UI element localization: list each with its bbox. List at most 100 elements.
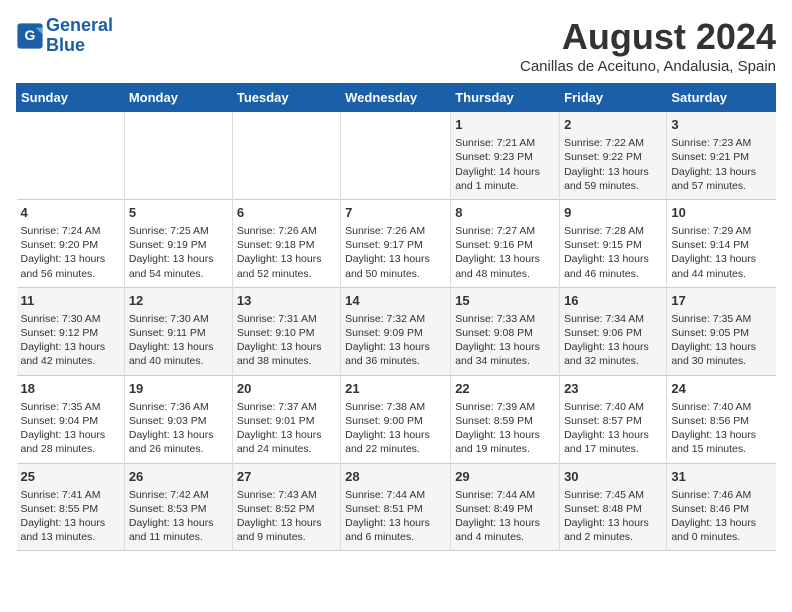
day-number: 5 xyxy=(129,204,228,222)
day-info: Sunrise: 7:37 AM xyxy=(237,400,336,414)
day-info: Sunset: 9:11 PM xyxy=(129,326,228,340)
day-info: Sunset: 9:14 PM xyxy=(671,238,771,252)
calendar-cell: 10Sunrise: 7:29 AMSunset: 9:14 PMDayligh… xyxy=(667,199,776,287)
day-info: Sunrise: 7:26 AM xyxy=(237,224,336,238)
day-info: Sunrise: 7:21 AM xyxy=(455,136,555,150)
day-info: Daylight: 13 hours and 19 minutes. xyxy=(455,428,555,456)
svg-text:G: G xyxy=(25,27,36,43)
day-info: Sunrise: 7:40 AM xyxy=(671,400,771,414)
calendar-cell xyxy=(124,112,232,200)
calendar-week-row: 4Sunrise: 7:24 AMSunset: 9:20 PMDaylight… xyxy=(17,199,776,287)
calendar-cell: 19Sunrise: 7:36 AMSunset: 9:03 PMDayligh… xyxy=(124,375,232,463)
day-number: 4 xyxy=(21,204,120,222)
day-number: 28 xyxy=(345,468,446,486)
calendar-week-row: 25Sunrise: 7:41 AMSunset: 8:55 PMDayligh… xyxy=(17,463,776,551)
day-number: 6 xyxy=(237,204,336,222)
day-info: Daylight: 13 hours and 40 minutes. xyxy=(129,340,228,368)
day-info: Sunset: 9:01 PM xyxy=(237,414,336,428)
day-info: Sunrise: 7:33 AM xyxy=(455,312,555,326)
day-info: Sunset: 9:03 PM xyxy=(129,414,228,428)
column-header-thursday: Thursday xyxy=(451,84,560,112)
day-number: 10 xyxy=(671,204,771,222)
day-info: Daylight: 13 hours and 50 minutes. xyxy=(345,252,446,280)
calendar-cell: 7Sunrise: 7:26 AMSunset: 9:17 PMDaylight… xyxy=(341,199,451,287)
day-info: Sunset: 8:57 PM xyxy=(564,414,662,428)
day-info: Daylight: 14 hours and 1 minute. xyxy=(455,165,555,193)
calendar-cell: 25Sunrise: 7:41 AMSunset: 8:55 PMDayligh… xyxy=(17,463,125,551)
day-number: 12 xyxy=(129,292,228,310)
column-header-saturday: Saturday xyxy=(667,84,776,112)
day-info: Sunrise: 7:41 AM xyxy=(21,488,120,502)
day-info: Daylight: 13 hours and 30 minutes. xyxy=(671,340,771,368)
day-info: Sunset: 9:15 PM xyxy=(564,238,662,252)
day-info: Sunset: 9:08 PM xyxy=(455,326,555,340)
day-number: 1 xyxy=(455,116,555,134)
page-header: G General Blue August 2024 Canillas de A… xyxy=(16,16,776,75)
day-info: Sunrise: 7:44 AM xyxy=(345,488,446,502)
day-info: Sunset: 8:51 PM xyxy=(345,502,446,516)
day-info: Daylight: 13 hours and 9 minutes. xyxy=(237,516,336,544)
day-number: 26 xyxy=(129,468,228,486)
day-info: Sunset: 8:48 PM xyxy=(564,502,662,516)
calendar-cell: 27Sunrise: 7:43 AMSunset: 8:52 PMDayligh… xyxy=(232,463,340,551)
day-info: Daylight: 13 hours and 26 minutes. xyxy=(129,428,228,456)
day-info: Sunset: 9:21 PM xyxy=(671,150,771,164)
day-number: 30 xyxy=(564,468,662,486)
calendar-cell: 30Sunrise: 7:45 AMSunset: 8:48 PMDayligh… xyxy=(560,463,667,551)
calendar-cell: 14Sunrise: 7:32 AMSunset: 9:09 PMDayligh… xyxy=(341,287,451,375)
day-info: Sunrise: 7:46 AM xyxy=(671,488,771,502)
day-info: Sunrise: 7:30 AM xyxy=(21,312,120,326)
calendar-cell: 5Sunrise: 7:25 AMSunset: 9:19 PMDaylight… xyxy=(124,199,232,287)
day-info: Sunset: 8:59 PM xyxy=(455,414,555,428)
calendar-cell: 4Sunrise: 7:24 AMSunset: 9:20 PMDaylight… xyxy=(17,199,125,287)
calendar-cell: 11Sunrise: 7:30 AMSunset: 9:12 PMDayligh… xyxy=(17,287,125,375)
day-number: 13 xyxy=(237,292,336,310)
day-info: Sunrise: 7:44 AM xyxy=(455,488,555,502)
column-header-friday: Friday xyxy=(560,84,667,112)
calendar-cell: 24Sunrise: 7:40 AMSunset: 8:56 PMDayligh… xyxy=(667,375,776,463)
day-info: Daylight: 13 hours and 34 minutes. xyxy=(455,340,555,368)
calendar-cell: 20Sunrise: 7:37 AMSunset: 9:01 PMDayligh… xyxy=(232,375,340,463)
day-info: Daylight: 13 hours and 56 minutes. xyxy=(21,252,120,280)
day-info: Daylight: 13 hours and 17 minutes. xyxy=(564,428,662,456)
day-number: 14 xyxy=(345,292,446,310)
day-number: 29 xyxy=(455,468,555,486)
calendar-cell xyxy=(341,112,451,200)
column-header-tuesday: Tuesday xyxy=(232,84,340,112)
calendar-week-row: 1 Sunrise: 7:21 AMSunset: 9:23 PMDaylight… xyxy=(17,112,776,200)
day-info: Daylight: 13 hours and 4 minutes. xyxy=(455,516,555,544)
day-info: Sunset: 9:22 PM xyxy=(564,150,662,164)
calendar-cell: 9Sunrise: 7:28 AMSunset: 9:15 PMDaylight… xyxy=(560,199,667,287)
day-number: 3 xyxy=(671,116,771,134)
calendar-week-row: 18Sunrise: 7:35 AMSunset: 9:04 PMDayligh… xyxy=(17,375,776,463)
calendar-cell: 1 Sunrise: 7:21 AMSunset: 9:23 PMDaylight… xyxy=(451,112,560,200)
day-info: Daylight: 13 hours and 52 minutes. xyxy=(237,252,336,280)
day-number: 15 xyxy=(455,292,555,310)
calendar-cell: 12 Sunrise: 7:30 AMSunset: 9:11 PMDayligh… xyxy=(124,287,232,375)
calendar-week-row: 11Sunrise: 7:30 AMSunset: 9:12 PMDayligh… xyxy=(17,287,776,375)
day-info: Sunrise: 7:26 AM xyxy=(345,224,446,238)
day-number: 2 xyxy=(564,116,662,134)
day-info: Sunset: 9:00 PM xyxy=(345,414,446,428)
day-number: 23 xyxy=(564,380,662,398)
day-info: Daylight: 13 hours and 2 minutes. xyxy=(564,516,662,544)
day-info: Sunrise: 7:36 AM xyxy=(129,400,228,414)
calendar-cell: 15 Sunrise: 7:33 AMSunset: 9:08 PMDayligh… xyxy=(451,287,560,375)
day-number: 11 xyxy=(21,292,120,310)
calendar-cell: 8Sunrise: 7:27 AMSunset: 9:16 PMDaylight… xyxy=(451,199,560,287)
day-info: Sunrise: 7:40 AM xyxy=(564,400,662,414)
day-number: 7 xyxy=(345,204,446,222)
day-number: 21 xyxy=(345,380,446,398)
day-number: 17 xyxy=(671,292,771,310)
day-info: Sunset: 9:18 PM xyxy=(237,238,336,252)
day-info: Daylight: 13 hours and 13 minutes. xyxy=(21,516,120,544)
day-info: Sunrise: 7:30 AM xyxy=(129,312,228,326)
day-info: Sunset: 9:23 PM xyxy=(455,150,555,164)
day-info: Daylight: 13 hours and 11 minutes. xyxy=(129,516,228,544)
day-info: Sunrise: 7:31 AM xyxy=(237,312,336,326)
day-number: 20 xyxy=(237,380,336,398)
day-info: Sunrise: 7:34 AM xyxy=(564,312,662,326)
calendar-cell: 28Sunrise: 7:44 AMSunset: 8:51 PMDayligh… xyxy=(341,463,451,551)
calendar-cell: 17Sunrise: 7:35 AMSunset: 9:05 PMDayligh… xyxy=(667,287,776,375)
title-block: August 2024 Canillas de Aceituno, Andalu… xyxy=(520,16,776,75)
